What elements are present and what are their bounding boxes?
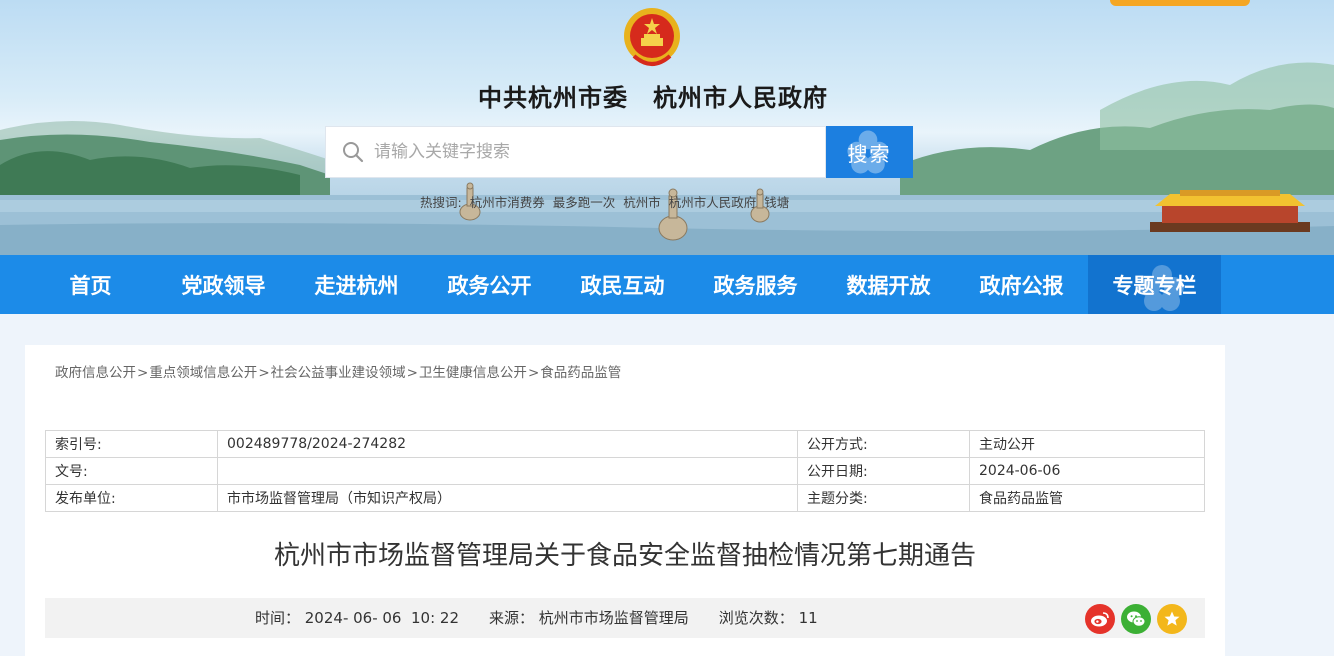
breadcrumb-link[interactable]: 社会公益事业建设领域	[271, 365, 406, 381]
meta-label: 主题分类:	[797, 484, 970, 512]
site-title: 中共杭州市委 杭州市人民政府	[478, 83, 828, 112]
weibo-icon	[1091, 612, 1109, 627]
nav-item-special-topics[interactable]: 专题专栏	[1088, 255, 1221, 314]
hot-word-link[interactable]: 最多跑一次	[553, 192, 616, 211]
meta-label: 发布单位:	[45, 484, 218, 512]
article-title: 杭州市市场监督管理局关于食品安全监督抽检情况第七期通告	[273, 541, 976, 571]
favorite-button[interactable]	[1157, 604, 1187, 634]
nav-item-party-leaders[interactable]: 党政领导	[157, 255, 290, 314]
nav-item-government-affairs[interactable]: 政务公开	[423, 255, 556, 314]
national-emblem-icon	[624, 8, 680, 66]
publish-time: 时间： 2024- 06- 06 10: 22	[255, 609, 460, 627]
hot-words-label: 热搜词:	[420, 195, 462, 210]
meta-value: 市市场监督管理局（市知识产权局）	[217, 484, 798, 512]
share-weibo-button[interactable]	[1085, 604, 1115, 634]
hot-search-words: 热搜词: 杭州市消费券 最多跑一次 杭州市 杭州市人民政府 钱塘	[420, 192, 789, 211]
article-meta-line: 时间： 2024- 06- 06 10: 22 来源： 杭州市市场监督管理局 浏览次…	[255, 598, 848, 638]
meta-label: 文号:	[45, 457, 218, 485]
nav-item-about-hangzhou[interactable]: 走进杭州	[290, 255, 423, 314]
meta-label: 公开日期:	[797, 457, 970, 485]
meta-label: 公开方式:	[797, 430, 970, 458]
article-info-bar: 时间： 2024- 06- 06 10: 22 来源： 杭州市市场监督管理局 浏览次…	[45, 598, 1205, 638]
breadcrumb-link[interactable]: 重点领域信息公开	[149, 365, 257, 381]
header-banner: 中共杭州市委 杭州市人民政府 搜索 热搜词: 杭州市消费券 最多跑一次 杭州市 …	[0, 0, 1334, 255]
nav-item-services[interactable]: 政务服务	[689, 255, 822, 314]
hot-word-link[interactable]: 杭州市消费券	[470, 192, 545, 211]
meta-value: 食品药品监管	[969, 484, 1205, 512]
view-count: 浏览次数： 11	[718, 609, 818, 627]
main-nav: 首页 党政领导 走进杭州 政务公开 政民互动 政务服务 数据开放 政府公报 专题…	[0, 255, 1334, 314]
wechat-icon	[1127, 611, 1146, 627]
breadcrumb-link[interactable]: 政府信息公开	[55, 365, 136, 381]
nav-item-home[interactable]: 首页	[24, 255, 157, 314]
favorite-star-icon	[1164, 611, 1180, 626]
table-row: 文号: 公开日期: 2024-06-06	[45, 457, 1205, 485]
meta-value	[217, 457, 798, 485]
share-wechat-button[interactable]	[1121, 604, 1151, 634]
hot-word-link[interactable]: 杭州市人民政府	[669, 192, 757, 211]
nav-item-open-data[interactable]: 数据开放	[822, 255, 955, 314]
article-source: 来源： 杭州市市场监督管理局	[489, 609, 689, 627]
document-meta-table: 索引号: 002489778/2024-274282 公开方式: 主动公开 文号…	[45, 430, 1205, 512]
hot-word-link[interactable]: 钱塘	[764, 192, 789, 211]
table-row: 发布单位: 市市场监督管理局（市知识产权局） 主题分类: 食品药品监管	[45, 484, 1205, 512]
search-box[interactable]	[325, 126, 826, 178]
table-row: 索引号: 002489778/2024-274282 公开方式: 主动公开	[45, 430, 1205, 458]
breadcrumb-link[interactable]: 卫生健康信息公开	[419, 365, 527, 381]
search-input[interactable]	[374, 142, 794, 162]
top-accent-tab[interactable]	[1110, 0, 1250, 6]
meta-value: 主动公开	[969, 430, 1205, 458]
hot-word-link[interactable]: 杭州市	[623, 192, 661, 211]
breadcrumb: 政府信息公开>重点领域信息公开>社会公益事业建设领域>卫生健康信息公开>食品药品…	[55, 365, 622, 381]
nav-item-gazette[interactable]: 政府公报	[955, 255, 1088, 314]
breadcrumb-link[interactable]: 食品药品监管	[540, 365, 621, 381]
meta-value: 002489778/2024-274282	[217, 430, 798, 458]
article-panel: 政府信息公开>重点领域信息公开>社会公益事业建设领域>卫生健康信息公开>食品药品…	[25, 345, 1225, 656]
search-icon	[343, 142, 364, 163]
meta-label: 索引号:	[45, 430, 218, 458]
nav-item-interaction[interactable]: 政民互动	[556, 255, 689, 314]
meta-value: 2024-06-06	[969, 457, 1205, 485]
search-button[interactable]: 搜索	[826, 126, 913, 178]
